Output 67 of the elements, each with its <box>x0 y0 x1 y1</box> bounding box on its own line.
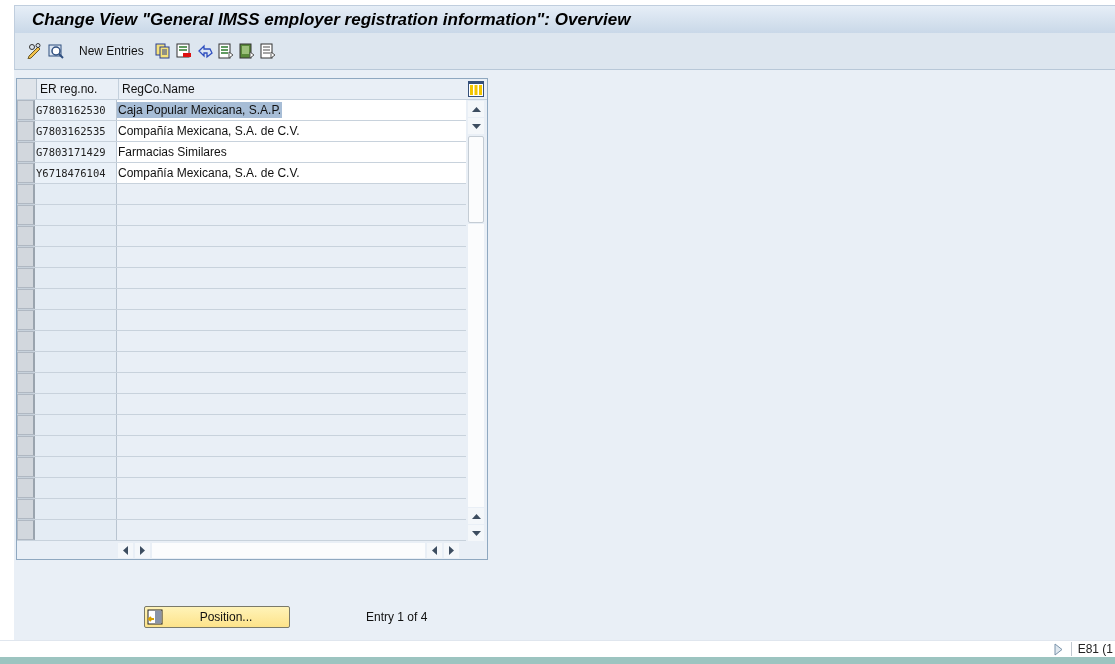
deselect-all-icon[interactable] <box>259 43 276 59</box>
row-selector[interactable] <box>17 289 35 310</box>
up-arrow-icon <box>471 106 481 112</box>
table-cell: G7803171429 <box>35 142 117 163</box>
play-icon[interactable] <box>1053 642 1063 656</box>
display-change-icon[interactable] <box>27 43 43 59</box>
scroll-right-button[interactable] <box>135 542 150 558</box>
page-up-button[interactable] <box>468 508 484 525</box>
row-selector[interactable] <box>17 373 35 394</box>
highlighted-text[interactable]: Compañía Mexicana, S.A. de C.V. <box>117 165 301 182</box>
position-button[interactable]: Position... <box>144 606 290 628</box>
table-cell: G7803162530 <box>35 100 117 121</box>
row-selector[interactable] <box>17 352 35 373</box>
row-selector[interactable] <box>17 310 35 331</box>
right-arrow-icon <box>140 545 145 555</box>
row-selector[interactable] <box>17 520 35 541</box>
down-arrow-icon <box>471 123 481 129</box>
scroll-up-button[interactable] <box>468 101 484 118</box>
highlighted-text[interactable]: Farmacias Similares <box>117 144 228 161</box>
scroll-left-button[interactable] <box>427 542 442 558</box>
table-cell: G7803162535 <box>35 121 117 142</box>
horizontal-scrollbar[interactable] <box>152 542 425 558</box>
row-selector[interactable] <box>17 268 35 289</box>
page-down-button[interactable] <box>468 525 484 542</box>
row-selector[interactable] <box>17 478 35 499</box>
row-selector[interactable] <box>17 100 35 121</box>
column-header[interactable]: ER reg.no. <box>37 79 119 100</box>
column-header[interactable]: RegCo.Name <box>119 79 465 100</box>
row-selector[interactable] <box>17 121 35 142</box>
select-block-icon[interactable] <box>238 43 255 59</box>
row-selector[interactable] <box>17 226 35 247</box>
down-arrow-icon <box>471 530 481 536</box>
system-info: E81 (1 <box>1077 642 1113 656</box>
undo-icon[interactable] <box>196 43 213 59</box>
scroll-thumb[interactable] <box>468 136 484 224</box>
row-selector[interactable] <box>17 205 35 226</box>
table-cell: Y6718476104 <box>35 163 117 184</box>
highlighted-text[interactable]: Compañía Mexicana, S.A. de C.V. <box>117 123 301 140</box>
copy-icon[interactable] <box>154 43 171 59</box>
entry-count: Entry 1 of 4 <box>366 610 428 624</box>
row-selector[interactable] <box>17 436 35 457</box>
scroll-down-button[interactable] <box>468 118 484 135</box>
scroll-right-button[interactable] <box>444 542 459 558</box>
row-selector[interactable] <box>17 415 35 436</box>
new-entries-button[interactable]: New Entries <box>69 42 152 60</box>
delete-row-icon[interactable] <box>175 43 192 59</box>
left-arrow-icon <box>432 545 437 555</box>
row-selector[interactable] <box>17 163 35 184</box>
scroll-left-button[interactable] <box>118 542 133 558</box>
select-all-header[interactable] <box>17 79 37 100</box>
select-all-icon[interactable] <box>217 43 234 59</box>
row-selector[interactable] <box>17 247 35 268</box>
row-selector[interactable] <box>17 457 35 478</box>
vertical-scrollbar[interactable] <box>466 100 486 542</box>
search-icon[interactable] <box>48 43 64 59</box>
position-icon <box>147 609 163 625</box>
up-arrow-icon <box>471 513 481 519</box>
row-selector[interactable] <box>17 142 35 163</box>
row-selector[interactable] <box>17 394 35 415</box>
left-arrow-icon <box>123 545 128 555</box>
right-arrow-icon <box>449 545 454 555</box>
row-selector[interactable] <box>17 331 35 352</box>
row-selector[interactable] <box>17 499 35 520</box>
highlighted-text[interactable]: Caja Popular Mexicana, S.A.P. <box>117 102 283 119</box>
column-settings-icon[interactable] <box>468 81 484 98</box>
window-title: Change View "General IMSS employer registration information": Overview <box>32 9 631 30</box>
row-selector[interactable] <box>17 184 35 205</box>
